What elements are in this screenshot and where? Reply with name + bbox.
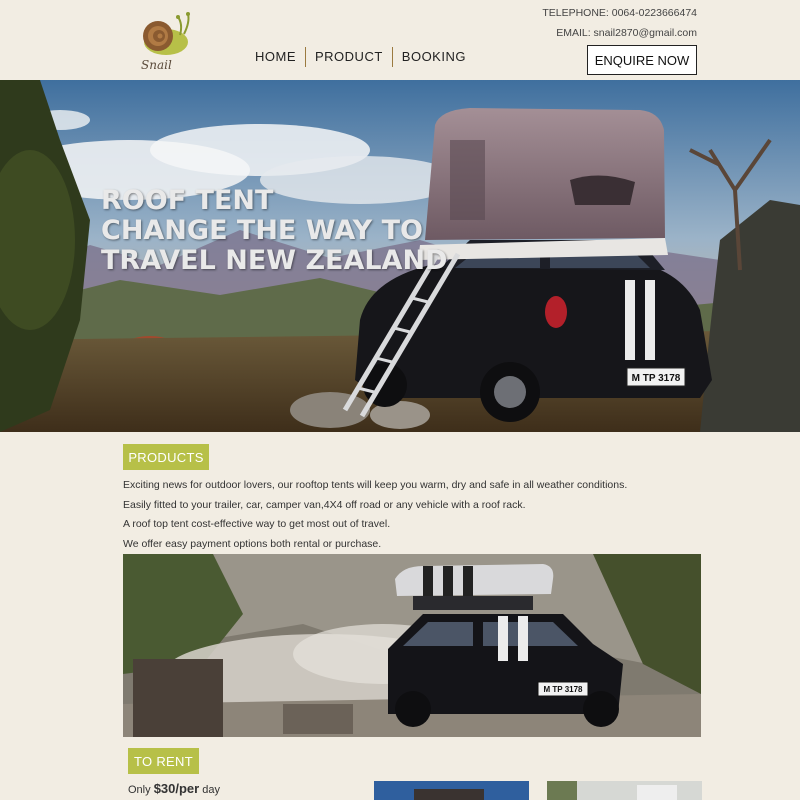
to-rent-heading: TO RENT [128, 748, 199, 774]
site-header: Snail HOME PRODUCT BOOKING TELEPHONE: 00… [0, 0, 800, 80]
products-paragraph: Exciting news for outdoor lovers, our ro… [123, 479, 628, 491]
hero-license-plate: M TP 3178 [632, 373, 681, 384]
photo-license-plate: M TP 3178 [544, 685, 584, 694]
products-description: Exciting news for outdoor lovers, our ro… [123, 476, 627, 554]
products-paragraph: We offer easy payment options both renta… [123, 537, 382, 550]
products-paragraph: A roof top tent cost-effective way to ge… [123, 518, 391, 530]
nav-home[interactable]: HOME [246, 47, 306, 67]
rent-thumbnail-1[interactable] [374, 781, 529, 800]
contact-phone: TELEPHONE: 0064-0223666474 [542, 7, 697, 19]
rent-price: Only $30/per day [128, 781, 220, 796]
nav-booking[interactable]: BOOKING [393, 47, 475, 67]
price-suffix: day [199, 784, 221, 796]
enquire-now-button[interactable]: ENQUIRE NOW [587, 45, 697, 75]
price-value: $30/per [153, 781, 200, 796]
price-prefix: Only [128, 784, 154, 796]
main-nav: HOME PRODUCT BOOKING [246, 47, 475, 67]
contact-email[interactable]: EMAIL: snail2870@gmail.com [556, 27, 697, 39]
hero-banner: M TP 3178 ROOF TENT CHANGE THE WAY TO TR… [0, 80, 800, 432]
hero-headline: ROOF TENT CHANGE THE WAY TO TRAVEL NEW Z… [101, 186, 447, 276]
products-paragraph: Easily fitted to your trailer, car, camp… [123, 498, 526, 511]
hero-line-3: TRAVEL NEW ZEALAND [101, 245, 448, 276]
product-photo: M TP 3178 [123, 554, 701, 737]
logo-wordmark: Snail [141, 58, 172, 72]
hero-line-2: CHANGE THE WAY TO [101, 215, 423, 246]
hero-line-1: ROOF TENT [101, 185, 274, 216]
rent-thumbnail-2[interactable] [547, 781, 702, 800]
nav-product[interactable]: PRODUCT [306, 47, 393, 67]
products-heading: PRODUCTS [123, 444, 209, 470]
